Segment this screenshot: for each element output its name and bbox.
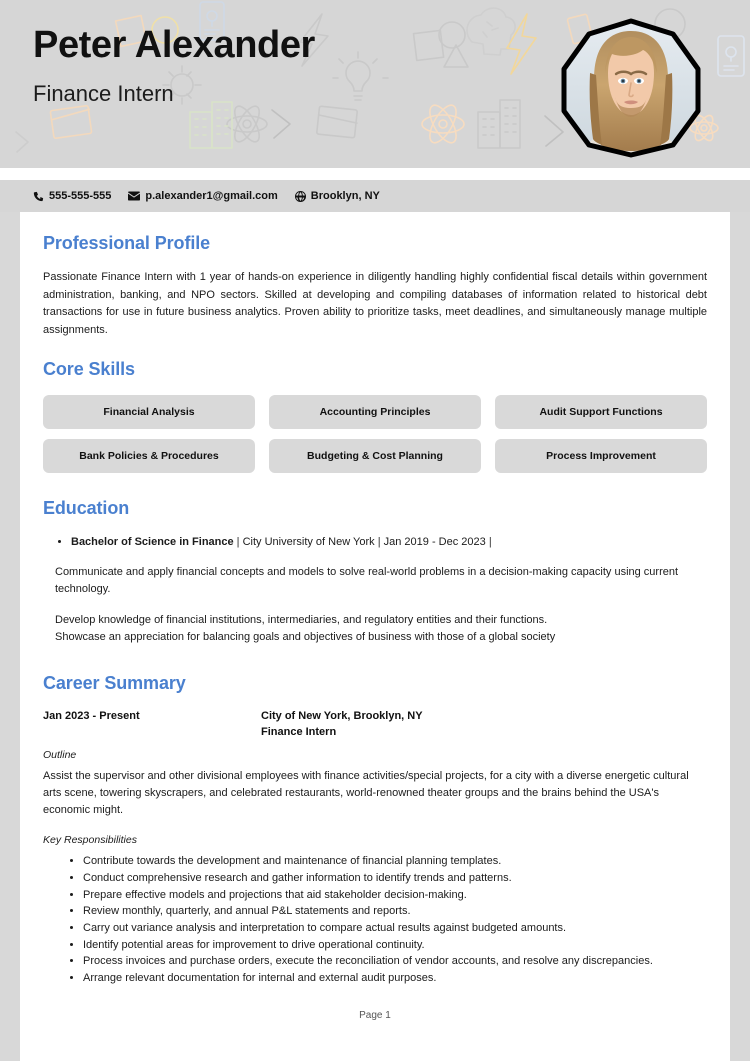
skill-chip: Bank Policies & Procedures	[43, 438, 255, 473]
contact-email-value: p.alexander1@gmail.com	[145, 190, 278, 202]
education-details: Communicate and apply financial concepts…	[55, 564, 707, 646]
section-title-professional-profile: Professional Profile	[43, 233, 211, 253]
skill-chip: Accounting Principles	[269, 394, 481, 429]
profile-photo	[560, 17, 702, 159]
section-education: Education Bachelor of Science in Finance…	[43, 497, 707, 646]
education-paragraph: Communicate and apply financial concepts…	[55, 566, 679, 596]
job-dates: Jan 2023 - Present	[43, 710, 140, 723]
core-skills-grid: Financial Analysis Accounting Principles…	[43, 394, 707, 473]
resume-body-card: Professional Profile Passionate Finance …	[20, 212, 730, 1061]
page-footer: Page 1	[359, 1010, 391, 1021]
skill-chip: Audit Support Functions	[495, 394, 707, 429]
phone-icon	[33, 191, 44, 202]
responsibility-item: Identify potential areas for improvement…	[83, 937, 707, 954]
education-entry: Bachelor of Science in Finance | City Un…	[71, 534, 707, 551]
contact-location[interactable]: Brooklyn, NY	[294, 190, 380, 202]
globe-icon	[294, 190, 306, 202]
career-job-header: Jan 2023 - Present City of New York, Bro…	[43, 709, 707, 741]
candidate-job-title: Finance Intern	[33, 80, 174, 106]
skill-chip: Budgeting & Cost Planning	[269, 438, 481, 473]
education-separator-1: |	[233, 535, 243, 548]
education-degree: Bachelor of Science in Finance	[71, 535, 234, 548]
contact-phone[interactable]: 555-555-555	[33, 190, 111, 202]
resume-header: Peter Alexander Finance Intern	[0, 0, 750, 168]
header-divider	[0, 168, 750, 180]
education-separator-2: |	[374, 535, 384, 548]
outline-label: Outline	[43, 749, 77, 761]
candidate-name: Peter Alexander	[33, 24, 315, 66]
responsibility-item: Carry out variance analysis and interpre…	[83, 920, 707, 937]
responsibility-item: Prepare effective models and projections…	[83, 887, 707, 904]
responsibilities-list: Contribute towards the development and m…	[43, 853, 707, 987]
job-role: Finance Intern	[261, 726, 337, 739]
section-career-summary: Career Summary Jan 2023 - Present City o…	[43, 674, 707, 987]
contact-bar: 555-555-555 p.alexander1@gmail.com Brook…	[0, 180, 750, 212]
header-text-block: Peter Alexander Finance Intern	[33, 24, 315, 106]
skill-chip: Process Improvement	[495, 438, 707, 473]
section-title-core-skills: Core Skills	[43, 359, 135, 380]
contact-location-value: Brooklyn, NY	[310, 190, 380, 202]
responsibility-item: Arrange relevant documentation for inter…	[83, 970, 707, 987]
contact-email[interactable]: p.alexander1@gmail.com	[128, 190, 278, 202]
education-list: Bachelor of Science in Finance | City Un…	[43, 534, 707, 551]
responsibility-item: Review monthly, quarterly, and annual P&…	[83, 903, 707, 920]
section-core-skills: Core Skills Financial Analysis Accountin…	[43, 359, 707, 473]
section-professional-profile: Professional Profile Passionate Finance …	[43, 233, 707, 340]
outline-text: Assist the supervisor and other division…	[43, 770, 689, 817]
education-separator-3: |	[485, 535, 492, 548]
education-paragraph: Develop knowledge of financial instituti…	[55, 614, 556, 644]
job-company: City of New York, Brooklyn, NY	[261, 710, 423, 723]
responsibility-item: Contribute towards the development and m…	[83, 853, 707, 870]
responsibilities-label: Key Responsibilities	[43, 834, 137, 847]
responsibility-item: Process invoices and purchase orders, ex…	[83, 953, 707, 970]
job-company-role: City of New York, Brooklyn, NY Finance I…	[261, 709, 707, 741]
resume-page: Peter Alexander Finance Intern 555-555-5…	[0, 0, 750, 1061]
education-institution: City University of New York	[242, 535, 375, 548]
envelope-icon	[128, 191, 141, 201]
section-title-education: Education	[43, 497, 130, 518]
education-dates: Jan 2019 - Dec 2023	[383, 535, 486, 548]
section-title-career-summary: Career Summary	[43, 673, 186, 694]
professional-profile-text: Passionate Finance Intern with 1 year of…	[43, 270, 707, 337]
responsibility-item: Conduct comprehensive research and gathe…	[83, 870, 707, 887]
skill-chip: Financial Analysis	[43, 394, 255, 429]
contact-phone-value: 555-555-555	[49, 190, 112, 202]
